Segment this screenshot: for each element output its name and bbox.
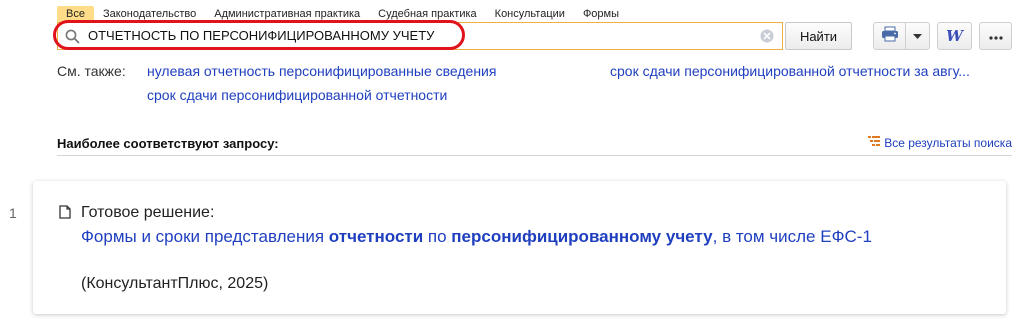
see-also-link[interactable]: срок сдачи персонифицированной отчетност… (610, 63, 970, 79)
result-source: (КонсультантПлюс, 2025) (81, 275, 269, 292)
title-part-bold[interactable]: отчетности (329, 227, 423, 246)
title-part-bold[interactable]: учету (666, 227, 713, 246)
best-match-heading: Наиболее соответствуют запросу: (57, 136, 279, 151)
find-button[interactable]: Найти (785, 22, 852, 50)
print-options-dropdown[interactable] (905, 22, 930, 50)
title-part-bold[interactable]: персонифицированному (451, 227, 661, 246)
see-also-link[interactable]: срок сдачи персонифицированной отчетност… (147, 87, 447, 103)
printer-icon (881, 26, 899, 47)
word-icon: W (946, 27, 963, 45)
list-icon (868, 136, 881, 150)
more-icon (988, 27, 1003, 45)
title-part[interactable]: по (423, 227, 451, 246)
tab-all[interactable]: Все (57, 6, 94, 22)
tab-administrative-practice[interactable]: Административная практика (205, 6, 369, 22)
export-word-button[interactable]: W (937, 22, 972, 50)
tab-consultations[interactable]: Консультации (486, 6, 574, 22)
tab-legislation[interactable]: Законодательство (94, 6, 205, 22)
all-results-link[interactable]: Все результаты поиска (868, 136, 1012, 150)
title-part[interactable]: , в том числе ЕФС-1 (713, 227, 872, 246)
all-results-label: Все результаты поиска (884, 136, 1012, 150)
search-input[interactable]: ОТЧЕТНОСТЬ ПО ПЕРСОНИФИЦИРОВАННОМУ УЧЕТУ (57, 22, 783, 50)
tab-forms[interactable]: Формы (574, 6, 628, 22)
result-type-label: Готовое решение: (81, 204, 215, 221)
chevron-down-icon (913, 27, 922, 45)
see-also-link[interactable]: нулевая отчетность персонифицированные с… (147, 63, 496, 79)
search-scope-tabs: Все Законодательство Административная пр… (57, 6, 628, 22)
document-icon (59, 205, 71, 224)
print-button[interactable] (873, 22, 906, 50)
result-card[interactable]: Готовое решение: Формы и сроки представл… (33, 181, 1006, 314)
search-query-text[interactable]: ОТЧЕТНОСТЬ ПО ПЕРСОНИФИЦИРОВАННОМУ УЧЕТУ (88, 23, 434, 49)
clear-icon[interactable] (760, 29, 774, 48)
tab-court-practice[interactable]: Судебная практика (369, 6, 485, 22)
divider (57, 155, 1012, 156)
title-part[interactable]: Формы и сроки представления (81, 227, 329, 246)
see-also-label: См. также: (57, 63, 126, 79)
result-index: 1 (9, 205, 17, 221)
more-options-button[interactable] (979, 22, 1012, 50)
search-icon (65, 29, 80, 49)
result-title-link[interactable]: Формы и сроки представления отчетности п… (81, 226, 921, 248)
